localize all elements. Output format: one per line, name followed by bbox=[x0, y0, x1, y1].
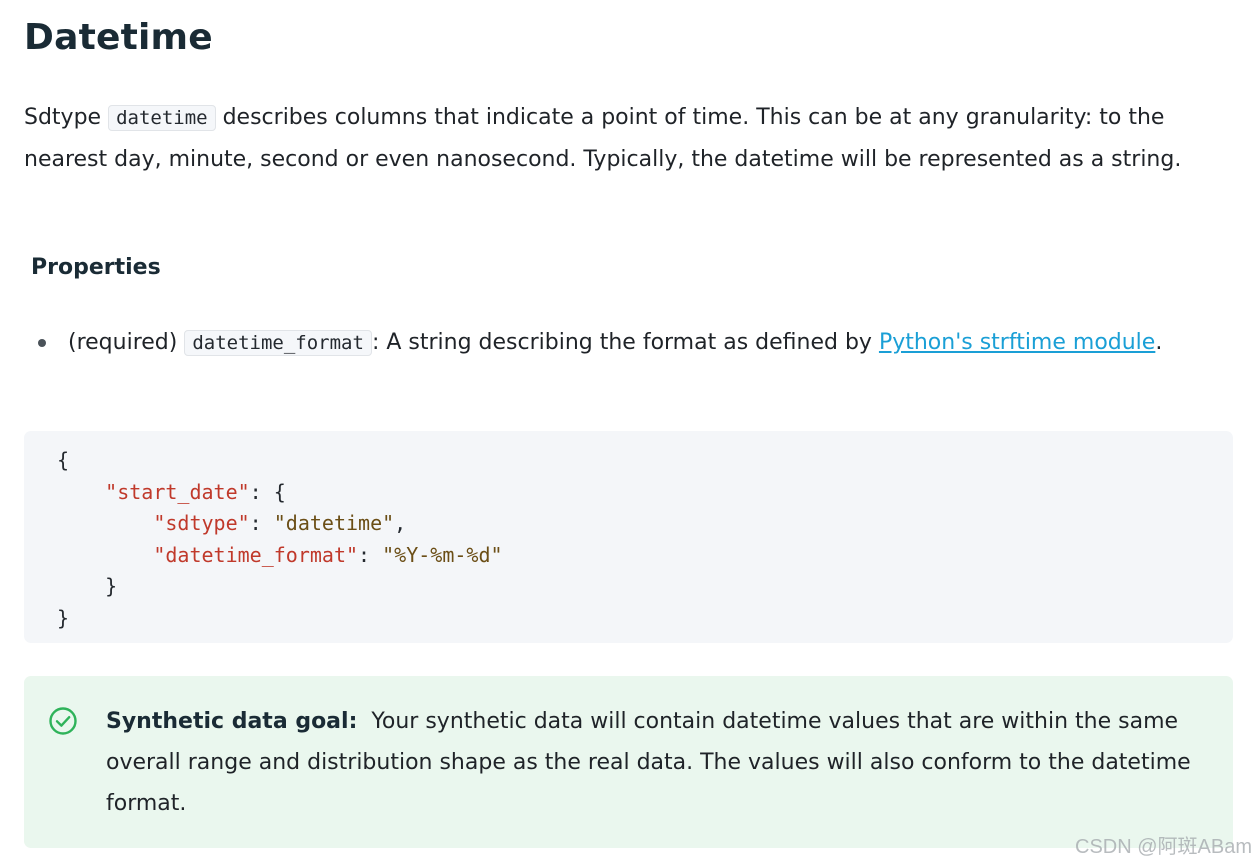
properties-heading: Properties bbox=[31, 255, 161, 280]
code-key-datetime-format: "datetime_format" bbox=[153, 542, 359, 567]
synthetic-data-goal-admonition: Synthetic data goal: Your synthetic data… bbox=[24, 676, 1233, 848]
code-value-sdtype: "datetime" bbox=[273, 511, 395, 535]
intro-text-before: Sdtype bbox=[24, 105, 109, 130]
code-open-brace: { bbox=[57, 448, 70, 472]
admonition-label: Synthetic data goal: bbox=[106, 709, 358, 734]
code-close-brace: } bbox=[57, 605, 70, 630]
properties-list: (required) datetime_format: A string des… bbox=[24, 324, 1234, 362]
page-title: Datetime bbox=[24, 17, 213, 58]
code-key-sdtype: "sdtype" bbox=[153, 511, 250, 535]
watermark: CSDN @阿斑ABam bbox=[1075, 836, 1252, 858]
property-suffix: . bbox=[1155, 330, 1163, 355]
intro-paragraph: Sdtype datetime describes columns that i… bbox=[24, 97, 1234, 180]
inline-code-datetime-format: datetime_format bbox=[184, 330, 372, 356]
code-block[interactable]: { "start_date": { "sdtype": "datetime", … bbox=[24, 431, 1233, 643]
list-item: (required) datetime_format: A string des… bbox=[24, 324, 1234, 362]
property-description: : A string describing the format as defi… bbox=[371, 330, 879, 355]
inline-code-datetime: datetime bbox=[108, 105, 216, 131]
code-value-datetime-format: "%Y-%m-%d" bbox=[382, 542, 503, 567]
strftime-link[interactable]: Python's strftime module bbox=[879, 330, 1155, 355]
property-prefix: (required) bbox=[68, 330, 185, 355]
code-inner-close-brace: } bbox=[105, 574, 118, 598]
bullet-icon bbox=[38, 339, 46, 347]
code-key-start-date: "start_date" bbox=[105, 479, 250, 504]
check-circle-icon bbox=[49, 707, 77, 735]
